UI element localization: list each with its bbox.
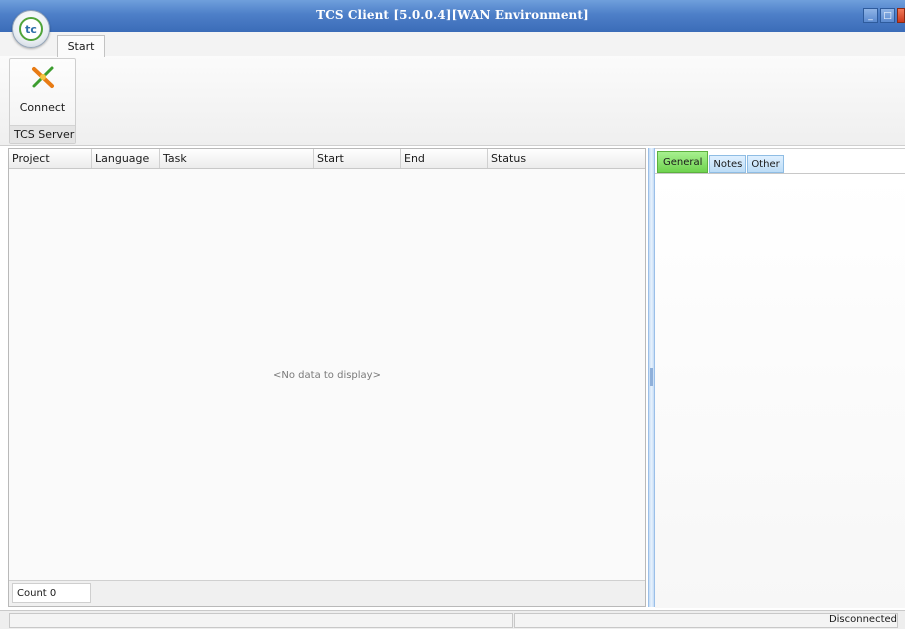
task-grid: Project Language Task Start End Status <… [8, 148, 646, 607]
column-header-language[interactable]: Language [92, 149, 160, 168]
details-tab-strip: General Notes Other [657, 151, 785, 173]
ribbon: Connect TCS Server [0, 56, 905, 146]
window-controls: _ □ [863, 8, 905, 23]
splitter-grip-icon [650, 368, 653, 386]
app-logo-icon: tc [19, 17, 43, 41]
ribbon-tab-start[interactable]: Start [57, 35, 105, 57]
ribbon-tab-strip [0, 32, 905, 57]
grid-footer: Count 0 [9, 580, 645, 606]
status-bar: Disconnected [0, 610, 905, 629]
title-bar[interactable]: TCS Client [5.0.0.4][WAN Environment] _ … [0, 0, 905, 32]
maximize-button[interactable]: □ [880, 8, 895, 23]
column-header-end[interactable]: End [401, 149, 488, 168]
minimize-button[interactable]: _ [863, 8, 878, 23]
application-menu-button[interactable]: tc [12, 10, 50, 48]
column-header-start[interactable]: Start [314, 149, 401, 168]
tab-general[interactable]: General [657, 151, 709, 173]
connection-status: Disconnected [828, 614, 897, 625]
details-panel: General Notes Other [655, 148, 905, 608]
status-panel-left [9, 613, 513, 628]
connect-plug-icon [32, 66, 54, 88]
column-header-task[interactable]: Task [160, 149, 314, 168]
window-title: TCS Client [5.0.0.4][WAN Environment] [316, 8, 589, 22]
tab-notes[interactable]: Notes [709, 155, 747, 173]
empty-grid-message: <No data to display> [273, 370, 381, 381]
connect-label: Connect [19, 101, 66, 114]
close-button[interactable] [897, 8, 905, 23]
tab-other[interactable]: Other [747, 155, 784, 173]
row-count: Count 0 [12, 583, 91, 603]
ribbon-group-tcs-server: Connect TCS Server [9, 58, 76, 144]
column-header-project[interactable]: Project [9, 149, 92, 168]
column-header-status[interactable]: Status [488, 149, 645, 168]
group-label: TCS Server [10, 125, 75, 143]
pane-splitter[interactable] [648, 148, 655, 607]
details-content [655, 173, 905, 608]
connect-button[interactable]: Connect [10, 59, 75, 125]
grid-header: Project Language Task Start End Status [9, 149, 645, 169]
